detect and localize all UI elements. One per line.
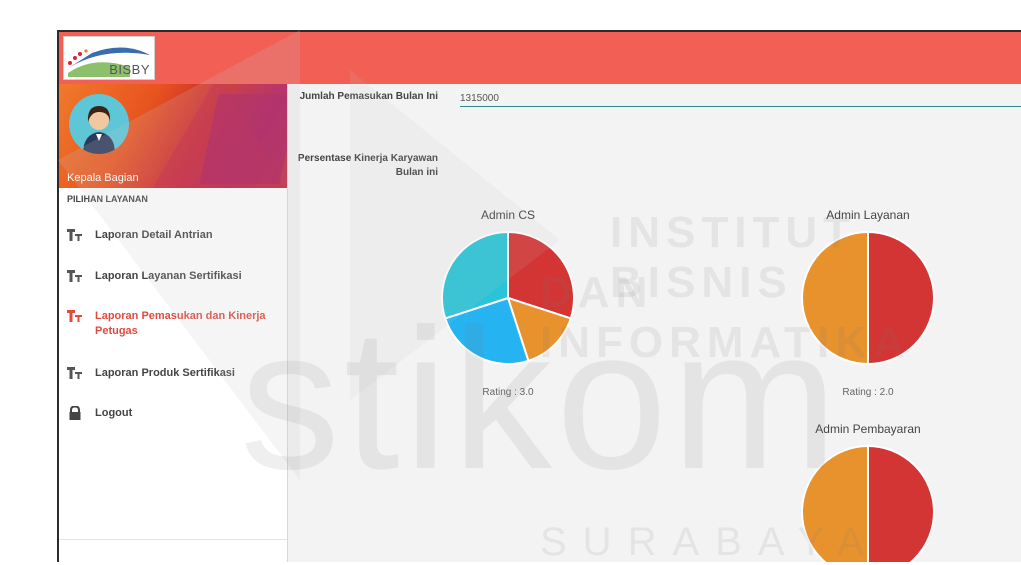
menu-item-laporan-layanan-sertifikasi[interactable]: Laporan Layanan Sertifikasi bbox=[67, 269, 267, 284]
text-format-icon bbox=[67, 270, 82, 282]
pie-slice-1-1[interactable] bbox=[801, 230, 869, 366]
pie-chart-admin-cs bbox=[441, 230, 575, 365]
profile-header: Kepala Bagian bbox=[59, 84, 287, 188]
pie-chart-admin-pembayaran bbox=[801, 444, 935, 562]
sidebar: Kepala Bagian PILIHAN LAYANAN Laporan De… bbox=[59, 84, 288, 562]
chart-title-admin-cs: Admin CS bbox=[480, 208, 536, 222]
app-logo[interactable]: BISBY bbox=[63, 36, 155, 80]
pie-slice-2-0[interactable] bbox=[867, 444, 935, 562]
income-field-underline bbox=[460, 106, 1021, 107]
text-format-icon bbox=[67, 229, 82, 241]
menu-item-label: Laporan Detail Antrian bbox=[95, 229, 213, 241]
pie-slice-1-0[interactable] bbox=[867, 230, 935, 366]
menu-item-laporan-produk-sertifikasi[interactable]: Laporan Produk Sertifikasi bbox=[67, 366, 267, 381]
text-format-icon bbox=[67, 367, 82, 379]
avatar[interactable] bbox=[69, 94, 129, 154]
menu-item-label: Laporan Produk Sertifikasi bbox=[95, 367, 235, 379]
app-window: BISBY Kepala Bagian PILIHAN LAYANAN Lapo… bbox=[57, 30, 1021, 562]
rating-admin-cs: Rating : 3.0 bbox=[482, 387, 534, 398]
menu-item-label: Laporan Pemasukan dan Kinerja Petugas bbox=[95, 310, 266, 337]
rating-admin-layanan: Rating : 2.0 bbox=[842, 387, 894, 398]
divider bbox=[59, 539, 287, 540]
text-format-icon bbox=[67, 310, 82, 322]
pie-slice-2-1[interactable] bbox=[801, 444, 869, 562]
menu-item-label: Logout bbox=[95, 407, 133, 419]
income-value[interactable]: 1315000 bbox=[460, 93, 499, 104]
pie-chart-admin-layanan bbox=[801, 230, 935, 366]
income-label: Jumlah Pemasukan Bulan Ini bbox=[299, 91, 438, 102]
lock-icon bbox=[69, 406, 81, 420]
menu-item-laporan-detail-antrian[interactable]: Laporan Detail Antrian bbox=[67, 228, 267, 243]
main-content: Jumlah Pemasukan Bulan Ini 1315000 Perse… bbox=[288, 84, 1021, 562]
user-avatar-icon bbox=[83, 106, 115, 154]
menu-item-laporan-pemasukan-kinerja[interactable]: Laporan Pemasukan dan Kinerja Petugas bbox=[67, 309, 267, 339]
chart-title-admin-layanan: Admin Layanan bbox=[826, 208, 910, 222]
menu-item-logout[interactable]: Logout bbox=[67, 406, 267, 421]
menu-item-label: Laporan Layanan Sertifikasi bbox=[95, 270, 242, 282]
chart-title-admin-pembayaran: Admin Pembayaran bbox=[815, 422, 921, 436]
logo-text: BISBY bbox=[109, 62, 150, 77]
menu-section-title: PILIHAN LAYANAN bbox=[67, 194, 148, 204]
user-role: Kepala Bagian bbox=[67, 172, 139, 184]
performance-label: Persentase Kinerja Karyawan Bulan ini bbox=[297, 153, 438, 178]
top-bar: BISBY bbox=[59, 32, 1021, 84]
